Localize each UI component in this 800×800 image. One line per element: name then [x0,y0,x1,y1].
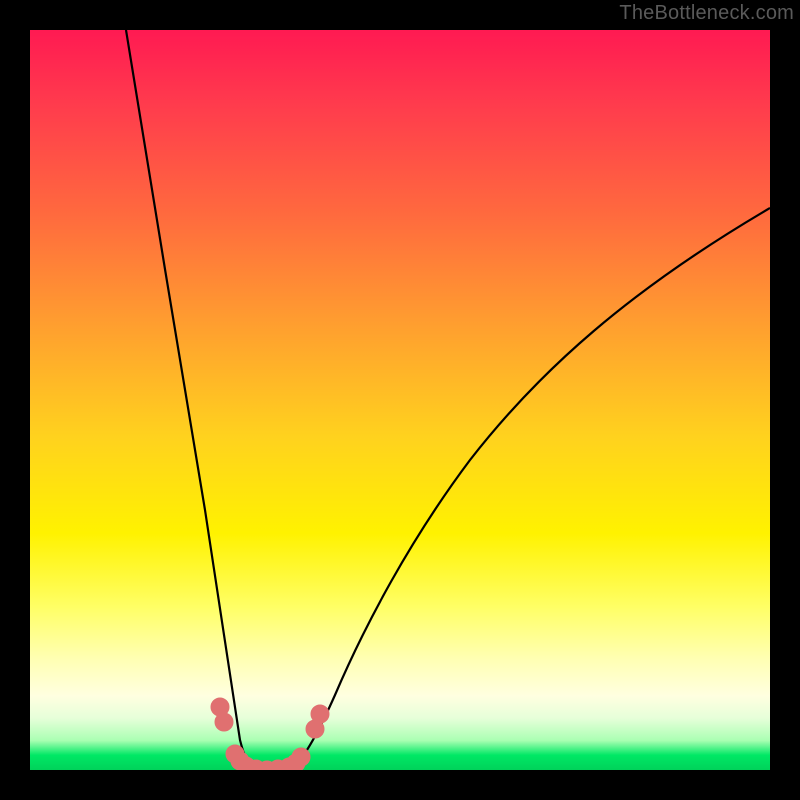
right-curve [289,208,770,770]
marker-dot [215,713,233,731]
marker-dot [311,705,329,723]
left-curve [126,30,255,770]
marker-dot [292,748,310,766]
marker-group [211,698,329,770]
chart-frame: TheBottleneck.com [0,0,800,800]
curve-overlay [30,30,770,770]
watermark-text: TheBottleneck.com [619,2,794,25]
plot-area [30,30,770,770]
